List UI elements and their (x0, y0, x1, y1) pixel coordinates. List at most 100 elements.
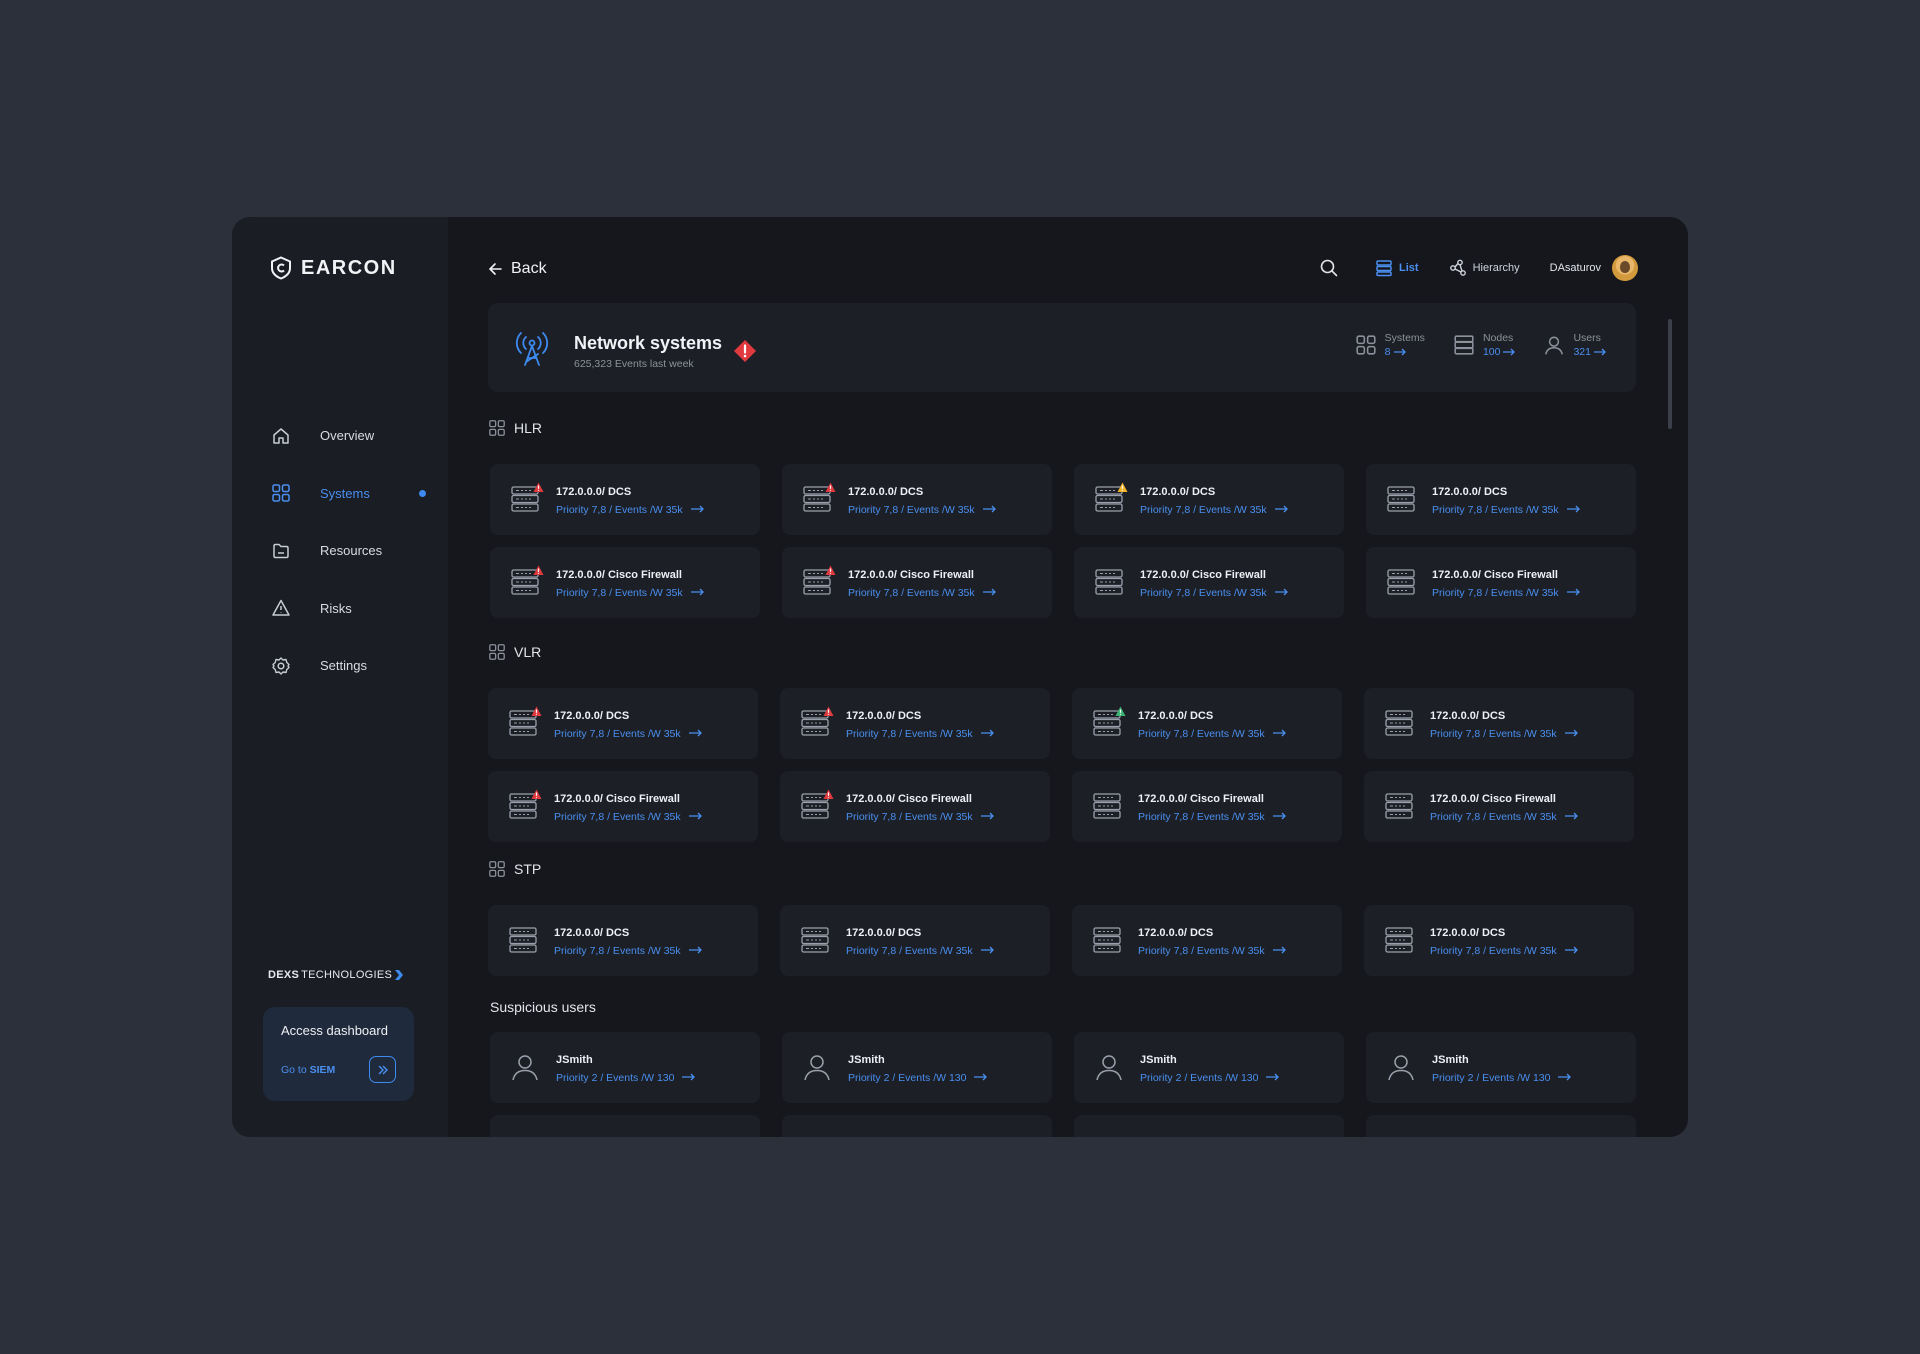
system-priority-link[interactable]: Priority 7,8 / Events /W 35k (556, 587, 704, 599)
user-icon (1386, 1052, 1416, 1082)
arrow-right-icon (980, 728, 994, 740)
user-card[interactable]: JSmith Priority 2 / Events /W 130 (1366, 1032, 1636, 1103)
system-card[interactable]: 172.0.0.0/ DCS Priority 7,8 / Events /W 3… (1072, 905, 1342, 976)
arrow-right-icon (982, 504, 996, 516)
system-priority-link[interactable]: Priority 7,8 / Events /W 35k (554, 811, 702, 823)
list-label: List (1399, 262, 1419, 274)
system-priority-link[interactable]: Priority 7,8 / Events /W 35k (1432, 587, 1580, 599)
stp-systems-grid: 172.0.0.0/ DCS Priority 7,8 / Events /W 3… (488, 905, 1634, 976)
sidebar-nav: Overview Systems Resources Risks Setting… (270, 407, 430, 695)
system-card[interactable]: 172.0.0.0/ Cisco Firewall Priority 7,8 / … (780, 771, 1050, 842)
double-chevron-right-icon (378, 1065, 388, 1074)
priority-text: Priority 7,8 / Events /W 35k (1430, 945, 1557, 957)
list-view-button[interactable]: List (1375, 259, 1419, 277)
sidebar-item-resources[interactable]: Resources (270, 522, 430, 580)
system-card[interactable]: 172.0.0.0/ DCS Priority 7,8 / Events /W 3… (1074, 464, 1344, 535)
system-priority-link[interactable]: Priority 7,8 / Events /W 35k (846, 811, 994, 823)
stat-value: 100 (1482, 346, 1501, 358)
system-address: 172.0.0.0/ DCS (846, 927, 922, 939)
system-priority-link[interactable]: Priority 7,8 / Events /W 35k (1138, 728, 1286, 740)
scrollbar-thumb[interactable] (1668, 319, 1672, 429)
user-card[interactable]: JSmith Priority 2 / Events /W 130 (782, 1032, 1052, 1103)
system-priority-link[interactable]: Priority 7,8 / Events /W 35k (1432, 504, 1580, 516)
system-priority-link[interactable]: Priority 7,8 / Events /W 35k (846, 728, 994, 740)
arrow-right-icon (682, 1072, 696, 1084)
system-card[interactable]: 172.0.0.0/ DCS Priority 7,8 / Events /W 3… (1364, 688, 1634, 759)
user-card-partial[interactable] (1074, 1115, 1344, 1137)
brand-bold: DEXS (268, 969, 300, 981)
user-priority-link[interactable]: Priority 2 / Events /W 130 (556, 1072, 696, 1084)
priority-text: Priority 7,8 / Events /W 35k (554, 811, 681, 823)
link-prefix: Go to (281, 1063, 307, 1076)
system-card[interactable]: 172.0.0.0/ DCS Priority 7,8 / Events /W 3… (488, 905, 758, 976)
go-to-siem-button[interactable] (369, 1056, 396, 1083)
sidebar-item-label: Systems (320, 485, 370, 501)
system-card[interactable]: 172.0.0.0/ DCS Priority 7,8 / Events /W 3… (780, 688, 1050, 759)
search-icon[interactable] (1319, 258, 1339, 278)
system-priority-link[interactable]: Priority 7,8 / Events /W 35k (1138, 945, 1286, 957)
go-to-siem-link[interactable]: Go to SIEM (281, 1064, 335, 1076)
section-title: HLR (514, 420, 543, 436)
system-card[interactable]: 172.0.0.0/ DCS Priority 7,8 / Events /W 3… (780, 905, 1050, 976)
arrow-right-icon (688, 945, 702, 957)
logo[interactable]: EARCON (270, 256, 397, 280)
stat-value: 8 (1384, 346, 1391, 358)
system-card[interactable]: 172.0.0.0/ Cisco Firewall Priority 7,8 / … (782, 547, 1052, 618)
system-priority-link[interactable]: Priority 7,8 / Events /W 35k (1140, 587, 1288, 599)
sidebar-item-overview[interactable]: Overview (270, 407, 430, 465)
stat-nodes[interactable]: Nodes 100 (1453, 331, 1516, 359)
sidebar-item-risks[interactable]: Risks (270, 580, 430, 638)
system-card[interactable]: 172.0.0.0/ Cisco Firewall Priority 7,8 / … (1364, 771, 1634, 842)
system-priority-link[interactable]: Priority 7,8 / Events /W 35k (554, 945, 702, 957)
system-priority-link[interactable]: Priority 7,8 / Events /W 35k (848, 504, 996, 516)
system-card[interactable]: 172.0.0.0/ Cisco Firewall Priority 7,8 / … (1072, 771, 1342, 842)
red-alert-badge-icon (531, 789, 542, 799)
priority-text: Priority 7,8 / Events /W 35k (848, 587, 975, 599)
arrow-right-icon (1564, 728, 1578, 740)
arrow-right-icon (1274, 587, 1288, 599)
stat-users[interactable]: Users 321 (1543, 331, 1606, 359)
system-card[interactable]: 172.0.0.0/ DCS Priority 7,8 / Events /W 3… (488, 688, 758, 759)
system-priority-link[interactable]: Priority 7,8 / Events /W 35k (848, 587, 996, 599)
back-button[interactable]: Back (488, 260, 547, 278)
system-priority-link[interactable]: Priority 7,8 / Events /W 35k (556, 504, 704, 516)
user-card-partial[interactable] (490, 1115, 760, 1137)
system-priority-link[interactable]: Priority 7,8 / Events /W 35k (1430, 811, 1578, 823)
user-card-partial[interactable] (1366, 1115, 1636, 1137)
system-card[interactable]: 172.0.0.0/ DCS Priority 7,8 / Events /W 3… (1072, 688, 1342, 759)
stat-systems[interactable]: Systems 8 (1355, 331, 1425, 359)
access-title: Access dashboard (281, 1023, 388, 1038)
hierarchy-view-button[interactable]: Hierarchy (1449, 259, 1520, 277)
server-icon (508, 925, 538, 955)
system-address: 172.0.0.0/ DCS (1138, 927, 1214, 939)
user-card[interactable]: JSmith Priority 2 / Events /W 130 (490, 1032, 760, 1103)
section-suspicious-users: Suspicious users (490, 999, 596, 1015)
system-card[interactable]: 172.0.0.0/ Cisco Firewall Priority 7,8 / … (1074, 547, 1344, 618)
priority-text: Priority 2 / Events /W 130 (556, 1072, 675, 1084)
system-card[interactable]: 172.0.0.0/ Cisco Firewall Priority 7,8 / … (490, 547, 760, 618)
arrow-right-icon (1393, 348, 1406, 356)
sidebar-item-settings[interactable]: Settings (270, 637, 430, 695)
system-priority-link[interactable]: Priority 7,8 / Events /W 35k (554, 728, 702, 740)
system-card[interactable]: 172.0.0.0/ DCS Priority 7,8 / Events /W 3… (490, 464, 760, 535)
user-card[interactable]: JSmith Priority 2 / Events /W 130 (1074, 1032, 1344, 1103)
system-card[interactable]: 172.0.0.0/ DCS Priority 7,8 / Events /W 3… (1364, 905, 1634, 976)
user-menu[interactable]: DAsaturov (1550, 255, 1638, 281)
system-card[interactable]: 172.0.0.0/ DCS Priority 7,8 / Events /W 3… (1366, 464, 1636, 535)
system-card[interactable]: 172.0.0.0/ DCS Priority 7,8 / Events /W 3… (782, 464, 1052, 535)
system-priority-link[interactable]: Priority 7,8 / Events /W 35k (1140, 504, 1288, 516)
user-icon (510, 1052, 540, 1082)
system-priority-link[interactable]: Priority 7,8 / Events /W 35k (1430, 728, 1578, 740)
user-priority-link[interactable]: Priority 2 / Events /W 130 (1432, 1072, 1572, 1084)
system-card[interactable]: 172.0.0.0/ Cisco Firewall Priority 7,8 / … (1366, 547, 1636, 618)
priority-text: Priority 7,8 / Events /W 35k (1140, 587, 1267, 599)
priority-text: Priority 7,8 / Events /W 35k (1430, 811, 1557, 823)
user-card-partial[interactable] (782, 1115, 1052, 1137)
sidebar-item-systems[interactable]: Systems (270, 465, 430, 523)
user-priority-link[interactable]: Priority 2 / Events /W 130 (848, 1072, 988, 1084)
system-priority-link[interactable]: Priority 7,8 / Events /W 35k (1138, 811, 1286, 823)
system-card[interactable]: 172.0.0.0/ Cisco Firewall Priority 7,8 / … (488, 771, 758, 842)
user-priority-link[interactable]: Priority 2 / Events /W 130 (1140, 1072, 1280, 1084)
system-priority-link[interactable]: Priority 7,8 / Events /W 35k (846, 945, 994, 957)
system-priority-link[interactable]: Priority 7,8 / Events /W 35k (1430, 945, 1578, 957)
